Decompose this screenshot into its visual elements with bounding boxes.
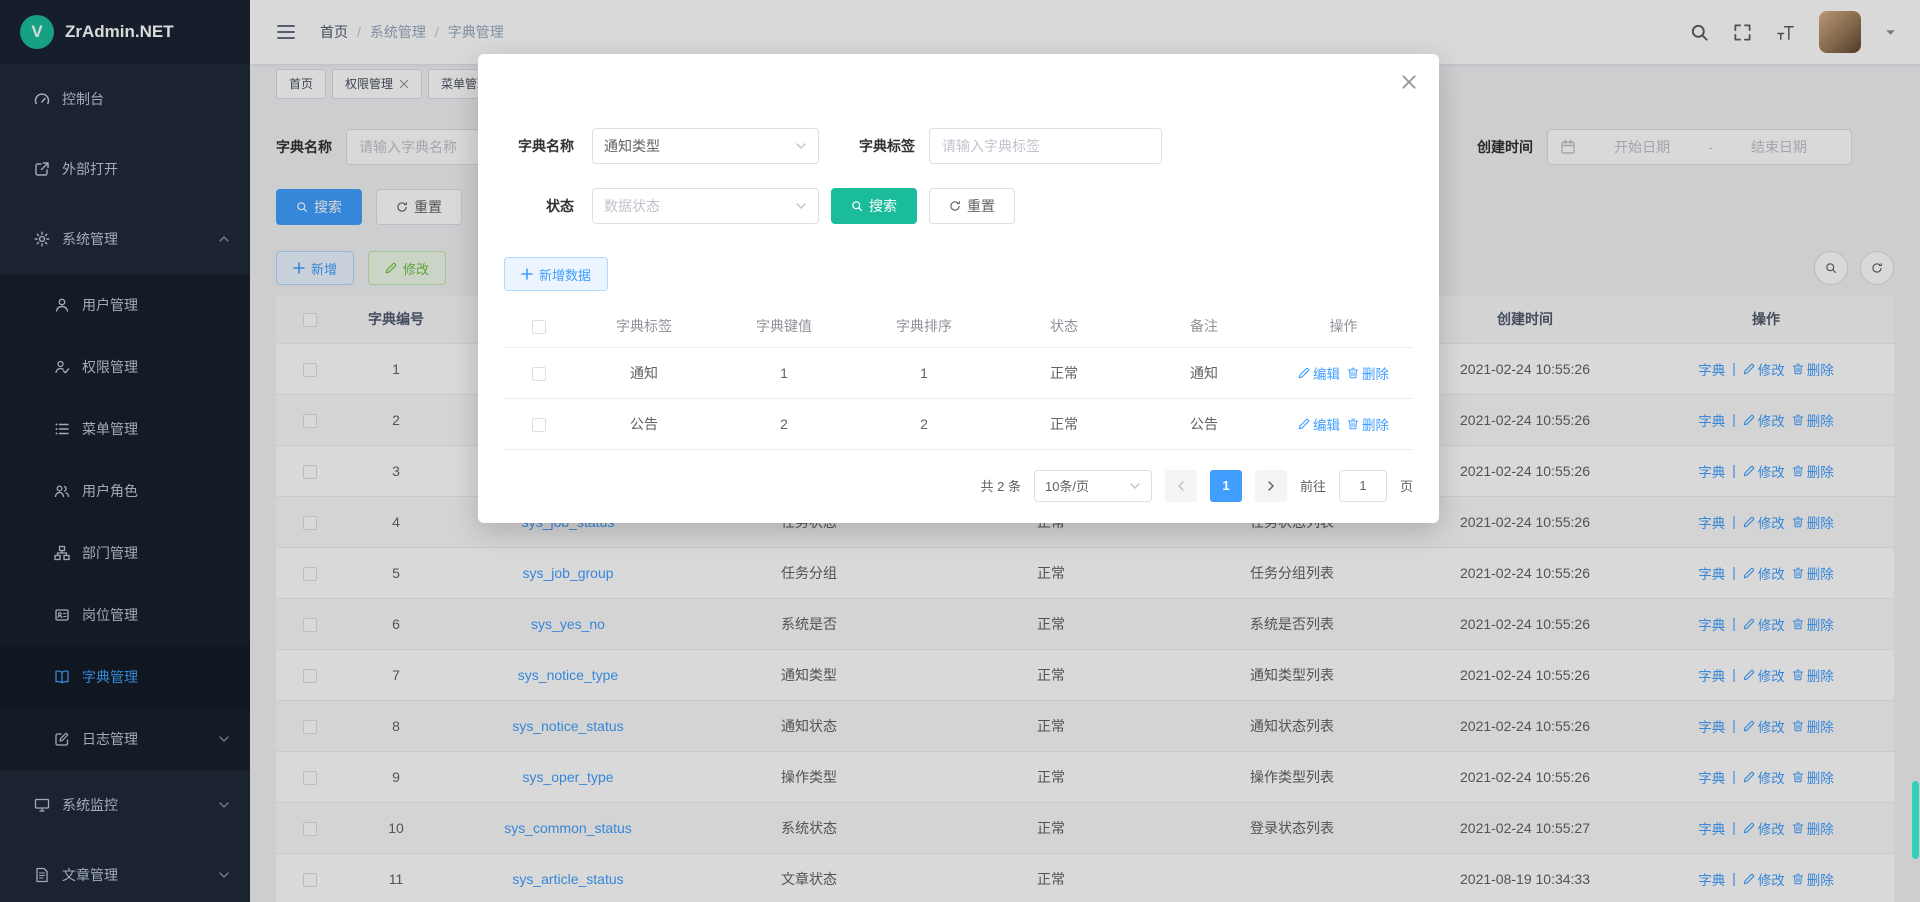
dict-name-label: 字典名称 bbox=[504, 136, 574, 156]
row-checkbox[interactable] bbox=[532, 418, 546, 432]
edit-link[interactable]: 编辑 bbox=[1298, 414, 1340, 434]
dialog-reset-button[interactable]: 重置 bbox=[929, 188, 1015, 224]
status-select[interactable]: 数据状态 bbox=[592, 188, 819, 224]
pagination: 共 2 条 10条/页 1 前往 页 bbox=[504, 470, 1413, 502]
goto-page-input[interactable] bbox=[1339, 470, 1387, 502]
page-size-select[interactable]: 10条/页 bbox=[1034, 470, 1152, 502]
chevron-down-icon bbox=[1129, 480, 1141, 492]
row-checkbox[interactable] bbox=[532, 367, 546, 381]
goto-label: 前往 bbox=[1300, 476, 1326, 495]
delete-link[interactable]: 删除 bbox=[1347, 363, 1389, 383]
dict-data-dialog: 字典名称 通知类型 字典标签 状态 数据状态 搜索 重置 新增数据 bbox=[478, 54, 1439, 523]
col-dict-sort: 字典排序 bbox=[854, 306, 994, 347]
pencil-icon bbox=[1298, 418, 1310, 430]
trash-icon bbox=[1347, 418, 1359, 430]
dialog-filter-row-1: 字典名称 通知类型 字典标签 bbox=[504, 128, 1413, 164]
edit-link[interactable]: 编辑 bbox=[1298, 363, 1340, 383]
dict-label-input[interactable] bbox=[929, 128, 1162, 164]
chevron-down-icon bbox=[795, 200, 807, 212]
status-label: 状态 bbox=[504, 196, 574, 216]
refresh-icon bbox=[949, 200, 961, 212]
close-icon[interactable] bbox=[1401, 74, 1417, 90]
trash-icon bbox=[1347, 367, 1359, 379]
next-page-button[interactable] bbox=[1255, 470, 1287, 502]
chevron-down-icon bbox=[795, 140, 807, 152]
col-dict-label: 字典标签 bbox=[574, 306, 714, 347]
dialog-filter-row-2: 状态 数据状态 搜索 重置 bbox=[504, 188, 1413, 224]
dict-name-select[interactable]: 通知类型 bbox=[592, 128, 819, 164]
page-number-button[interactable]: 1 bbox=[1210, 470, 1242, 502]
dialog-table-header-row: 字典标签 字典键值 字典排序 状态 备注 操作 bbox=[504, 306, 1413, 347]
search-icon bbox=[851, 200, 863, 212]
plus-icon bbox=[521, 268, 533, 280]
delete-link[interactable]: 删除 bbox=[1347, 414, 1389, 434]
pencil-icon bbox=[1298, 367, 1310, 379]
add-data-button[interactable]: 新增数据 bbox=[504, 257, 608, 291]
select-all-checkbox[interactable] bbox=[532, 320, 546, 334]
dialog-search-button[interactable]: 搜索 bbox=[831, 188, 917, 224]
dialog-table-row: 通知 1 1 正常 通知 编辑删除 bbox=[504, 347, 1413, 398]
col-remark: 备注 bbox=[1134, 306, 1274, 347]
dialog-table-row: 公告 2 2 正常 公告 编辑删除 bbox=[504, 398, 1413, 449]
dict-data-table: 字典标签 字典键值 字典排序 状态 备注 操作 通知 1 1 正常 通知 编辑删… bbox=[504, 306, 1413, 450]
dict-label-label: 字典标签 bbox=[839, 136, 915, 156]
col-dict-key: 字典键值 bbox=[714, 306, 854, 347]
pagination-total: 共 2 条 bbox=[981, 476, 1021, 495]
dialog-toolbar: 新增数据 bbox=[504, 256, 1413, 292]
prev-page-button[interactable] bbox=[1165, 470, 1197, 502]
scrollbar-thumb[interactable] bbox=[1912, 781, 1919, 859]
page-unit-label: 页 bbox=[1400, 476, 1413, 495]
chevron-left-icon bbox=[1175, 480, 1187, 492]
chevron-right-icon bbox=[1265, 480, 1277, 492]
col-actions: 操作 bbox=[1274, 306, 1413, 347]
col-status: 状态 bbox=[994, 306, 1134, 347]
